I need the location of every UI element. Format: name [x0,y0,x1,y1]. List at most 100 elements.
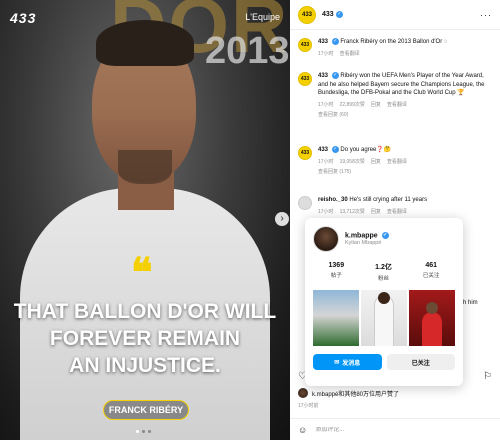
comment-meta: 17小时 19,058次赞 回复 查看翻译 [318,158,407,165]
post-thumbnail[interactable] [409,290,455,346]
translate-link[interactable]: 查看翻译 [340,50,360,57]
profile-username[interactable]: k.mbappe ✓ [345,231,389,239]
caption-text: 433 ✓ Franck Ribéry on the 2013 Ballon d… [318,38,447,47]
clipped-comment-text: ch him [460,300,478,306]
verified-icon: ✓ [381,231,389,239]
avatar[interactable]: 433 [298,72,312,86]
comment-author[interactable]: 433 [318,39,328,45]
view-replies[interactable]: 查看回复 (60) [318,111,494,118]
like-count[interactable]: 22,899次赞 [340,101,365,108]
stat-label: 帖子 [330,273,342,279]
stat-posts: 1369 帖子 [329,262,345,282]
emoji-icon[interactable]: ☺ [298,425,307,435]
translate-link[interactable]: 查看翻译 [387,208,407,215]
avatar[interactable]: 433 [298,38,312,52]
following-button[interactable]: 已关注 [386,354,455,370]
post-header: 433 433 ✓ ··· [290,0,500,30]
liked-by-text[interactable]: k.mbappé和其他80万位用户赞了 [312,389,399,398]
verified-icon: ✓ [331,146,339,153]
comment-time: 17小时 [318,50,334,57]
caption: 433 433 ✓ Franck Ribéry on the 2013 Ball… [298,38,494,57]
comment-meta: 17小时 查看翻译 [318,50,447,57]
verified-icon: ✓ [331,38,339,45]
profile-full-name: Kylian Mbappé [345,240,382,247]
comment-author[interactable]: reisho._30 [318,197,348,203]
comment-time: 17小时 [318,158,334,165]
list-item: reisho._30 He's still crying after 11 ye… [298,196,494,215]
person-beard [118,150,172,184]
comment-author[interactable]: 433 [318,147,328,153]
quote-icon: ❝ [131,251,153,295]
avatar[interactable]: 433 [298,146,312,160]
account-name[interactable]: 433 [322,11,334,18]
list-item: 433 433 ✓ Do you agree❓🤔 17小时 19,058次赞 回… [298,146,494,175]
post-thumbnail[interactable] [313,290,359,346]
comment-body: reisho._30 He's still crying after 11 ye… [318,196,427,205]
post-thumbnail[interactable] [361,290,407,346]
person-hair [96,20,194,66]
profile-stats: 1369 帖子 1.2亿 粉丝 461 已关注 [313,262,455,282]
message-button-label: 发消息 [342,360,361,367]
comment-text: He's still crying after 11 years [349,197,428,203]
profile-post-grid [313,290,455,346]
carousel-dot [136,430,139,433]
comment-time: 17小时 [318,101,334,108]
avatar[interactable] [313,226,339,252]
headline: THAT BALLON D'OR WILL FOREVER REMAIN AN … [0,298,290,379]
comment-text: Franck Ribéry on the 2013 Ballon d'Or ◌ [340,39,448,46]
brand-logo: 433 [10,10,37,26]
carousel-dot [142,430,145,433]
view-replies-link[interactable]: 查看回复 (175) [318,168,351,175]
post-timestamp: 17小时前 [298,403,319,409]
headline-line: THAT BALLON D'OR WILL [13,300,277,323]
translate-link[interactable]: 查看翻译 [387,101,407,108]
stat-value: 1.2亿 [375,264,392,271]
comment-text: Ribéry won the UEFA Men's Player of the … [318,73,485,97]
headline-line: FOREVER REMAIN [49,327,241,350]
avatar[interactable]: 433 [298,5,316,24]
post-image[interactable]: DOR 2013 433 L'Equipe ❝ THAT BALLON D'OR… [0,0,290,440]
message-button[interactable]: ✉ 发消息 [313,354,382,370]
like-count[interactable]: 13,712次赞 [340,208,365,215]
username-text[interactable]: k.mbappe [345,232,378,239]
stat-following: 461 已关注 [423,262,440,282]
list-item: 433 433 ✓ Ribéry won the UEFA Men's Play… [298,72,494,118]
reply-link[interactable]: 回复 [371,208,381,215]
stat-followers: 1.2亿 粉丝 [375,262,392,282]
comment-meta: 17小时 22,899次赞 回复 查看翻译 [318,101,494,108]
comment-author[interactable]: 433 [318,73,328,79]
profile-hover-card: k.mbappe ✓ Kylian Mbappé 1369 帖子 1.2亿 粉丝… [305,218,463,386]
bookmark-icon[interactable]: ⚐ [483,371,492,382]
like-count[interactable]: 19,058次赞 [340,158,365,165]
headline-line: AN INJUSTICE. [69,354,221,377]
stat-label: 粉丝 [378,276,390,282]
translate-link[interactable]: 查看翻译 [387,158,407,165]
comment-body: 433 ✓ Do you agree❓🤔 [318,146,407,155]
liked-by[interactable]: k.mbappé和其他80万位用户赞了 [298,388,399,398]
comment-text: Do you agree❓🤔 [340,147,392,154]
stat-value: 461 [425,262,438,269]
next-slide-icon[interactable]: › [275,212,289,226]
background-year: 2013 [205,30,290,72]
reply-link[interactable]: 回复 [371,158,381,165]
reply-link[interactable]: 回复 [371,101,381,108]
hover-card-actions: ✉ 发消息 已关注 [313,354,455,370]
view-replies[interactable]: 查看回复 (175) [318,168,407,175]
hover-card-header: k.mbappe ✓ Kylian Mbappé [313,226,455,252]
comment-input[interactable] [315,426,492,433]
carousel-dots [136,430,151,433]
view-replies-link[interactable]: 查看回复 (60) [318,111,348,118]
avatar [298,388,308,398]
photo-source: L'Equipe [245,12,280,22]
verified-icon: ✓ [331,72,339,79]
comment-time: 17小时 [318,208,334,215]
comment-body: 433 ✓ Ribéry won the UEFA Men's Player o… [318,72,494,98]
avatar[interactable] [298,196,312,210]
comment-composer: ☺ [290,418,500,440]
stat-value: 1369 [328,262,345,269]
message-icon: ✉ [334,359,340,366]
more-options-icon[interactable]: ··· [480,10,492,20]
comment-meta: 17小时 13,712次赞 回复 查看翻译 [318,208,427,215]
name-tag: FRANCK RIBÉRY [103,400,189,420]
verified-icon: ✓ [335,11,343,18]
